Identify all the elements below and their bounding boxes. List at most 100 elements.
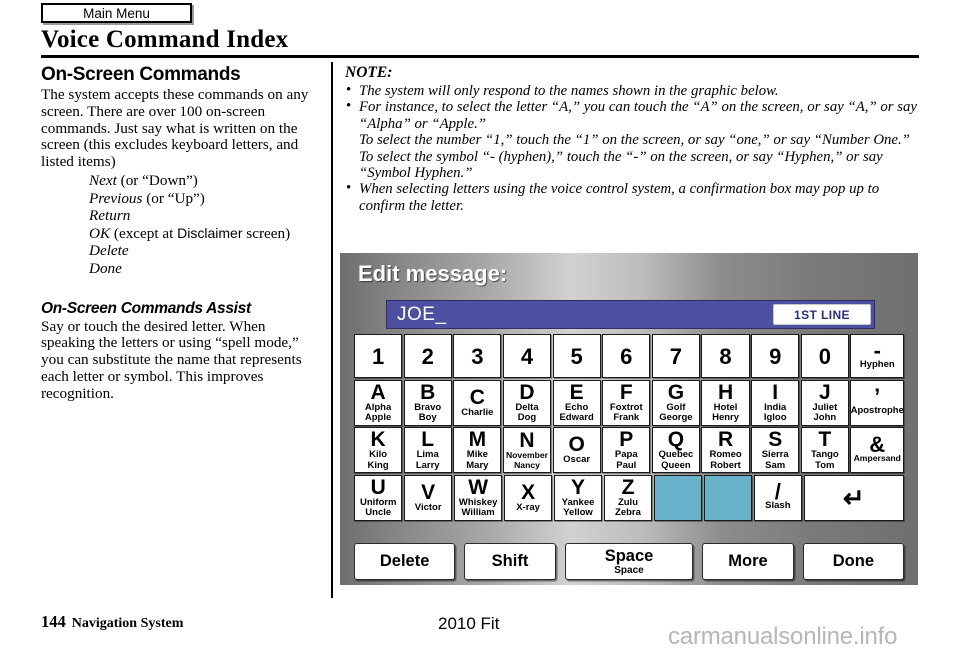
key-X[interactable]: X X-ray <box>503 474 553 521</box>
key-glyph: A <box>370 380 386 404</box>
key-I[interactable]: I India Igloo <box>751 379 800 426</box>
key-glyph: K <box>370 428 386 451</box>
keyboard-keys: 1 2 3 4 5 6 7 8 9 0- Hyphen A Alpha Apple B Bravo Boy C Ch… <box>354 334 905 522</box>
key-glyph: Q <box>667 428 685 451</box>
more-button[interactable]: More <box>702 543 794 580</box>
main-menu-tab[interactable]: Main Menu <box>41 3 192 23</box>
message-input-field[interactable]: JOE_ 1ST LINE <box>386 300 875 329</box>
keyboard-row: K Kilo King L Lima Larry M Mike Mary N November Nan… <box>354 427 905 473</box>
key-M[interactable]: M Mike Mary <box>453 427 502 473</box>
note-column: NOTE: • The system will only respond to t… <box>345 64 923 214</box>
voice-command-item: Next (or “Down”) <box>89 171 198 189</box>
key-R[interactable]: R Romeo Robert <box>701 427 750 473</box>
key-U[interactable]: U Uniform Uncle <box>354 474 403 521</box>
key-glyph: V <box>421 480 436 504</box>
on-screen-commands-paragraph: The system accepts these commands on any… <box>41 86 309 171</box>
key-glyph: C <box>469 385 485 409</box>
key-voice-name: X-ray <box>516 501 540 513</box>
key-F[interactable]: F Foxtrot Frank <box>602 379 651 426</box>
key-B[interactable]: B Bravo Boy <box>403 379 452 426</box>
key-’[interactable]: ’ Apostrophe <box>850 379 905 426</box>
key-W[interactable]: W Whiskey William <box>453 474 503 521</box>
key-Q[interactable]: Q Quebec Queen <box>651 427 700 473</box>
key-K[interactable]: K Kilo King <box>354 427 403 473</box>
key-H[interactable]: H Hotel Henry <box>701 379 750 426</box>
key-D[interactable]: D Delta Dog <box>502 379 552 426</box>
key-V[interactable]: V Victor <box>403 474 453 521</box>
key-glyph: 2 <box>421 343 434 369</box>
key-S[interactable]: S Sierra Sam <box>751 427 800 473</box>
key-voice-name: Frank <box>613 412 640 423</box>
key-disabled <box>653 474 703 521</box>
key-Z[interactable]: Z Zulu Zebra <box>603 474 653 521</box>
key-voice-name: Dog <box>517 412 537 423</box>
key-voice-name: Tom <box>815 459 835 471</box>
key-glyph: P <box>619 428 634 451</box>
delete-button[interactable]: Delete <box>354 543 456 580</box>
key-enter[interactable]: ↵ <box>803 474 905 521</box>
key-glyph: / <box>774 479 781 505</box>
key-A[interactable]: A Alpha Apple <box>354 379 403 426</box>
key-7[interactable]: 7 <box>651 334 700 378</box>
key-glyph: - <box>873 337 881 363</box>
key-O[interactable]: O Oscar <box>552 427 601 473</box>
key-&[interactable]: & Ampersand <box>850 427 905 473</box>
shift-button[interactable]: Shift <box>464 543 556 580</box>
key-T[interactable]: T Tango Tom <box>800 427 849 473</box>
key-glyph: L <box>421 428 435 451</box>
space-button[interactable]: Space Space <box>564 543 694 580</box>
key-L[interactable]: L Lima Larry <box>403 427 452 473</box>
done-button[interactable]: Done <box>802 543 905 580</box>
key-voice-name: Mike <box>466 449 488 460</box>
footer-section-label: Navigation System <box>71 616 184 631</box>
key-voice-name: John <box>813 412 837 423</box>
key--[interactable]: - Hyphen <box>850 334 905 378</box>
key-/[interactable]: / Slash <box>753 474 803 521</box>
key-1[interactable]: 1 <box>354 334 403 378</box>
key-glyph: 3 <box>471 343 484 369</box>
key-glyph: 6 <box>620 343 633 369</box>
key-voice-name: Hyphen <box>859 358 895 370</box>
key-N[interactable]: N November Nancy <box>502 427 552 473</box>
key-glyph: U <box>370 475 386 499</box>
key-5[interactable]: 5 <box>552 334 601 378</box>
line-indicator-badge[interactable]: 1ST LINE <box>773 304 871 325</box>
note-bullet-item: • When selecting letters using the voice … <box>346 180 880 214</box>
key-4[interactable]: 4 <box>502 334 552 378</box>
keyboard-row: A Alpha Apple B Bravo Boy C Charlie D Delta Dog E Ec… <box>354 379 905 426</box>
key-C[interactable]: C Charlie <box>453 379 502 426</box>
key-glyph: H <box>717 380 734 404</box>
section-heading-on-screen-commands-assist: On-Screen Commands Assist <box>41 299 251 317</box>
action-button-label: Shift <box>491 552 529 570</box>
bullet-icon: • <box>346 82 352 98</box>
key-9[interactable]: 9 <box>751 334 800 378</box>
key-glyph: Z <box>621 475 635 499</box>
key-E[interactable]: E Echo Edward <box>552 379 601 426</box>
key-0[interactable]: 0 <box>800 334 849 378</box>
key-voice-name: Queen <box>661 459 691 471</box>
key-8[interactable]: 8 <box>701 334 750 378</box>
voice-command-item: Return <box>89 207 321 225</box>
key-glyph: W <box>468 475 489 499</box>
voice-command-name: Next <box>89 171 117 189</box>
key-glyph: ↵ <box>842 482 865 513</box>
key-G[interactable]: G Golf George <box>651 379 700 426</box>
key-glyph: F <box>619 380 633 404</box>
key-J[interactable]: J Juliet John <box>800 379 849 426</box>
key-voice-name: Igloo <box>763 412 787 423</box>
key-3[interactable]: 3 <box>453 334 502 378</box>
key-6[interactable]: 6 <box>602 334 651 378</box>
key-voice-name: Nancy <box>514 459 540 470</box>
key-voice-name: Slash <box>765 500 791 512</box>
key-glyph: S <box>768 428 783 451</box>
key-2[interactable]: 2 <box>403 334 452 378</box>
edit-message-screen: Edit message: JOE_ 1ST LINE 1234567890-H… <box>340 253 918 585</box>
keyboard-row: 1 2 3 4 5 6 7 8 9 0 - Hyphen <box>354 334 905 378</box>
key-voice-name: Mary <box>466 459 489 471</box>
key-P[interactable]: P Papa Paul <box>602 427 651 473</box>
section-heading-on-screen-commands: On-Screen Commands <box>41 64 241 85</box>
model-year-label: 2010 Fit <box>438 614 500 633</box>
action-button-label: Done <box>832 552 875 570</box>
key-Y[interactable]: Y Yankee Yellow <box>553 474 603 521</box>
key-glyph: 8 <box>719 343 732 369</box>
